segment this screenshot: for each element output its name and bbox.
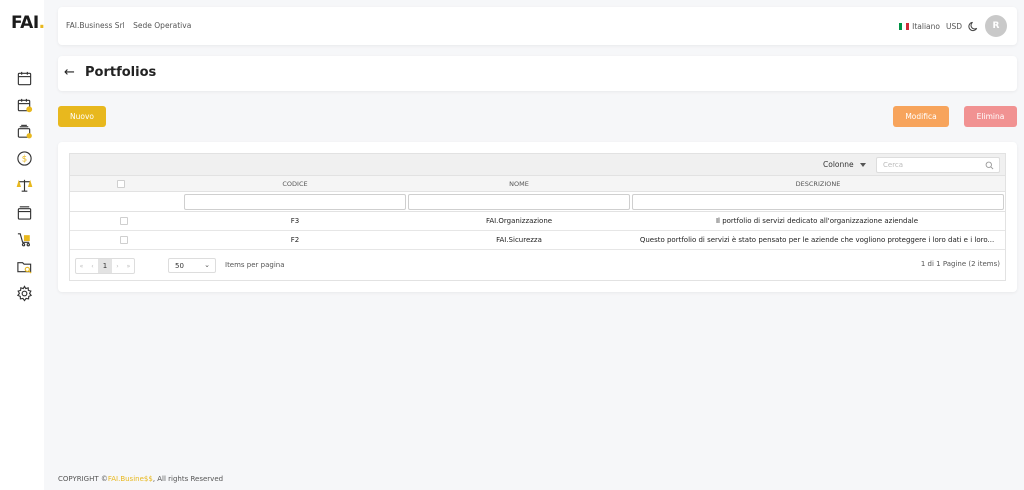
card-stack-icon[interactable] — [15, 122, 33, 140]
portfolios-grid: Colonne Cerca CODICE NOME DESCRIZIONE F3… — [69, 153, 1006, 281]
italy-flag-icon — [899, 22, 910, 30]
header-code[interactable]: CODICE — [183, 180, 407, 188]
pager-buttons: « ‹ 1 › » — [75, 258, 135, 274]
company-name[interactable]: FAI.Business Srl — [66, 21, 125, 30]
language-selector[interactable]: Italiano — [899, 22, 940, 31]
page-number-button[interactable]: 1 — [98, 259, 112, 273]
pager: « ‹ 1 › » 50 ⌄ Items per pagina 1 di 1 P… — [70, 250, 1005, 280]
table-row[interactable]: F2 FAI.Sicurezza Questo portfolio di ser… — [70, 231, 1005, 250]
language-label: Italiano — [912, 21, 940, 31]
page-title: Portfolios — [85, 65, 157, 80]
grid-header-row: CODICE NOME DESCRIZIONE — [70, 176, 1005, 192]
row-checkbox[interactable] — [120, 217, 128, 225]
edit-button[interactable]: Modifica — [893, 106, 949, 127]
settings-cog-icon[interactable] — [15, 284, 33, 302]
company-breadcrumb: FAI.Business Srl Sede Operativa — [66, 21, 191, 30]
filter-row — [70, 192, 1005, 212]
new-button[interactable]: Nuovo — [58, 106, 106, 127]
chevron-down-icon: ⌄ — [204, 261, 210, 269]
search-icon — [985, 161, 994, 170]
currency-selector[interactable]: USD — [946, 22, 962, 31]
header-right: Italiano USD R — [899, 15, 1007, 37]
columns-button[interactable]: Colonne — [823, 160, 866, 169]
header-description[interactable]: DESCRIZIONE — [631, 180, 1005, 188]
copyright-suffix: , All rights Reserved — [152, 475, 224, 483]
prev-page-icon[interactable]: ‹ — [87, 259, 98, 273]
cart-icon[interactable] — [15, 230, 33, 248]
brand-logo[interactable]: FAI. — [11, 13, 45, 33]
copyright-prefix: COPYRIGHT © — [58, 475, 108, 483]
last-page-icon[interactable]: » — [123, 259, 134, 273]
filter-code-input[interactable] — [184, 194, 406, 210]
header-name[interactable]: NOME — [407, 180, 631, 188]
filter-name-input[interactable] — [408, 194, 630, 210]
columns-label: Colonne — [823, 160, 854, 169]
back-arrow-icon[interactable]: ← — [64, 65, 75, 80]
archive-box-icon[interactable] — [15, 203, 33, 221]
calendar-user-icon[interactable] — [15, 96, 33, 114]
folder-search-icon[interactable] — [15, 257, 33, 275]
caret-down-icon — [859, 162, 866, 167]
top-header: FAI.Business Srl Sede Operativa Italiano… — [58, 7, 1017, 45]
first-page-icon[interactable]: « — [76, 259, 87, 273]
filter-description-input[interactable] — [632, 194, 1004, 210]
search-input[interactable]: Cerca — [876, 157, 1000, 173]
search-placeholder: Cerca — [883, 161, 904, 169]
cell-code: F2 — [290, 236, 300, 244]
calendar-icon[interactable] — [15, 69, 33, 87]
svg-text:$: $ — [21, 154, 26, 164]
portfolios-card: Colonne Cerca CODICE NOME DESCRIZIONE F3… — [58, 142, 1017, 292]
dark-mode-toggle-icon[interactable] — [968, 21, 979, 32]
pager-info: 1 di 1 Pagine (2 items) — [920, 260, 1000, 268]
cell-description: Questo portfolio di servizi è stato pens… — [639, 236, 995, 244]
footer-copyright: COPYRIGHT ©FAI.Busine$$, All rights Rese… — [58, 475, 223, 483]
page-size-select[interactable]: 50 ⌄ — [168, 258, 216, 273]
sidebar: FAI. $ — [0, 0, 45, 490]
cell-name: FAI.Sicurezza — [496, 236, 542, 244]
company-location[interactable]: Sede Operativa — [133, 21, 191, 30]
row-checkbox[interactable] — [120, 236, 128, 244]
grid-toolbar: Colonne Cerca — [70, 154, 1005, 176]
cell-name: FAI.Organizzazione — [485, 217, 553, 225]
page-size-value: 50 — [175, 262, 184, 270]
items-per-page-label: Items per pagina — [225, 261, 285, 269]
next-page-icon[interactable]: › — [112, 259, 123, 273]
table-row[interactable]: F3 FAI.Organizzazione Il portfolio di se… — [70, 212, 1005, 231]
copyright-brand-link[interactable]: FAI.Busine$$ — [108, 475, 153, 483]
delete-button[interactable]: Elimina — [964, 106, 1017, 127]
dollar-circle-icon[interactable]: $ — [15, 149, 33, 167]
cell-code: F3 — [290, 217, 300, 225]
cell-description: Il portfolio di servizi dedicato all'org… — [715, 217, 919, 225]
user-avatar[interactable]: R — [985, 15, 1007, 37]
select-all-checkbox[interactable] — [117, 180, 125, 188]
page-title-bar: ← Portfolios — [58, 56, 1017, 91]
balance-scale-icon[interactable] — [15, 176, 33, 194]
